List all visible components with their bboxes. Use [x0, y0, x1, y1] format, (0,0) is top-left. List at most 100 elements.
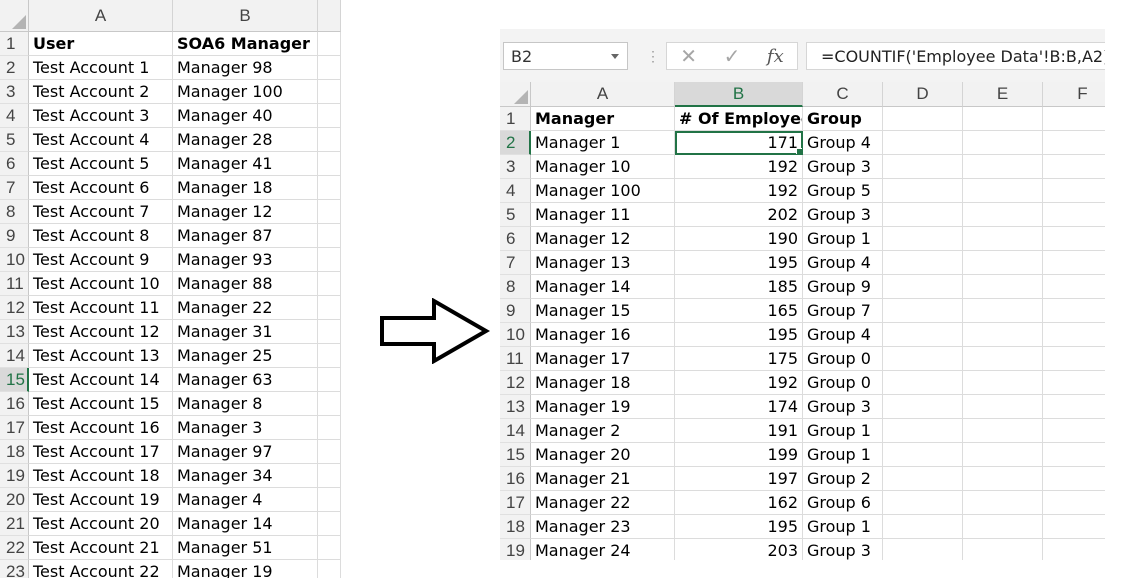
- cell-f[interactable]: [1043, 347, 1105, 371]
- cell-c[interactable]: Group 0: [803, 371, 883, 395]
- cell-d[interactable]: [883, 371, 963, 395]
- cell-c[interactable]: Group 5: [803, 179, 883, 203]
- cell-f[interactable]: [1043, 299, 1105, 323]
- cell-f[interactable]: [1043, 155, 1105, 179]
- cell-a[interactable]: Test Account 4: [29, 128, 173, 152]
- cell-c[interactable]: [318, 392, 341, 416]
- cell-e[interactable]: [963, 323, 1043, 347]
- cell-c[interactable]: Group 9: [803, 275, 883, 299]
- cell-f[interactable]: [1043, 131, 1105, 155]
- cell-c[interactable]: [318, 488, 341, 512]
- cell-f[interactable]: [1043, 227, 1105, 251]
- cell-f[interactable]: [1043, 467, 1105, 491]
- cell-a[interactable]: Test Account 18: [29, 464, 173, 488]
- cell-b[interactable]: 203: [675, 539, 803, 560]
- cell-d[interactable]: [883, 395, 963, 419]
- row-header[interactable]: 5: [500, 203, 531, 227]
- row-header[interactable]: 11: [0, 272, 29, 296]
- cell-d[interactable]: [883, 515, 963, 539]
- cell-a[interactable]: Test Account 16: [29, 416, 173, 440]
- cell-e[interactable]: [963, 299, 1043, 323]
- row-header[interactable]: 10: [500, 323, 531, 347]
- cell-a[interactable]: Test Account 15: [29, 392, 173, 416]
- cell-b[interactable]: Manager 28: [173, 128, 318, 152]
- cell-a[interactable]: Manager 20: [531, 443, 675, 467]
- cell-b[interactable]: Manager 93: [173, 248, 318, 272]
- cell-c[interactable]: [318, 272, 341, 296]
- cell-e[interactable]: [963, 443, 1043, 467]
- cell-b[interactable]: Manager 14: [173, 512, 318, 536]
- cell-e[interactable]: [963, 347, 1043, 371]
- cell-a[interactable]: Manager 15: [531, 299, 675, 323]
- cell-c[interactable]: [318, 440, 341, 464]
- cell-b[interactable]: Manager 100: [173, 80, 318, 104]
- cell-c[interactable]: [318, 32, 341, 56]
- cell-b[interactable]: Manager 22: [173, 296, 318, 320]
- row-header[interactable]: 8: [0, 200, 29, 224]
- cell-a[interactable]: Test Account 19: [29, 488, 173, 512]
- cell-f[interactable]: [1043, 419, 1105, 443]
- row-header[interactable]: 15: [0, 368, 29, 392]
- cell-b[interactable]: Manager 87: [173, 224, 318, 248]
- cell-c[interactable]: Group 0: [803, 347, 883, 371]
- cell-a[interactable]: Test Account 7: [29, 200, 173, 224]
- row-header[interactable]: 4: [500, 179, 531, 203]
- cell-c[interactable]: [318, 200, 341, 224]
- cell-d[interactable]: [883, 467, 963, 491]
- row-header[interactable]: 18: [500, 515, 531, 539]
- cell-d[interactable]: [883, 107, 963, 131]
- cell-d[interactable]: [883, 131, 963, 155]
- cell-f[interactable]: [1043, 515, 1105, 539]
- checkmark-icon[interactable]: ✓: [710, 44, 753, 69]
- row-header[interactable]: 16: [0, 392, 29, 416]
- cell-c[interactable]: Group 1: [803, 227, 883, 251]
- cell-c[interactable]: [318, 368, 341, 392]
- cell-a[interactable]: Manager 23: [531, 515, 675, 539]
- cell-f[interactable]: [1043, 275, 1105, 299]
- left-column-header-a[interactable]: A: [29, 0, 173, 32]
- cell-a[interactable]: Manager 22: [531, 491, 675, 515]
- cell-a[interactable]: Test Account 11: [29, 296, 173, 320]
- cell-b[interactable]: Manager 63: [173, 368, 318, 392]
- cell-c[interactable]: [318, 344, 341, 368]
- cell-b[interactable]: 175: [675, 347, 803, 371]
- cell-e[interactable]: [963, 491, 1043, 515]
- cell-c[interactable]: [318, 560, 341, 578]
- row-header[interactable]: 2: [500, 131, 531, 155]
- cell-d[interactable]: [883, 251, 963, 275]
- cell-a[interactable]: Manager 12: [531, 227, 675, 251]
- cell-c[interactable]: [318, 80, 341, 104]
- cell-c[interactable]: [318, 320, 341, 344]
- cell-a[interactable]: Manager 11: [531, 203, 675, 227]
- cell-d[interactable]: [883, 275, 963, 299]
- cell-a[interactable]: Manager: [531, 107, 675, 131]
- right-column-header-d[interactable]: D: [883, 82, 963, 107]
- cell-e[interactable]: [963, 515, 1043, 539]
- cell-c[interactable]: Group 3: [803, 539, 883, 560]
- cell-c[interactable]: Group 4: [803, 323, 883, 347]
- cell-c[interactable]: [318, 128, 341, 152]
- cell-b[interactable]: 165: [675, 299, 803, 323]
- cell-b[interactable]: 191: [675, 419, 803, 443]
- cell-b[interactable]: 185: [675, 275, 803, 299]
- cell-c[interactable]: [318, 416, 341, 440]
- cell-b[interactable]: 197: [675, 467, 803, 491]
- cell-b[interactable]: Manager 40: [173, 104, 318, 128]
- right-select-all-corner[interactable]: [500, 82, 531, 107]
- cell-c[interactable]: Group 1: [803, 515, 883, 539]
- cell-e[interactable]: [963, 155, 1043, 179]
- cell-b[interactable]: # Of Employees: [675, 107, 803, 131]
- cell-a[interactable]: Test Account 14: [29, 368, 173, 392]
- cell-b[interactable]: 195: [675, 515, 803, 539]
- right-column-header-c[interactable]: C: [803, 82, 883, 107]
- cell-c[interactable]: [318, 296, 341, 320]
- cell-c[interactable]: [318, 248, 341, 272]
- cell-a[interactable]: Manager 21: [531, 467, 675, 491]
- left-column-header-b[interactable]: B: [173, 0, 318, 32]
- cell-a[interactable]: Test Account 5: [29, 152, 173, 176]
- cell-d[interactable]: [883, 323, 963, 347]
- row-header[interactable]: 13: [0, 320, 29, 344]
- cell-f[interactable]: [1043, 395, 1105, 419]
- row-header[interactable]: 7: [500, 251, 531, 275]
- cell-b[interactable]: 192: [675, 371, 803, 395]
